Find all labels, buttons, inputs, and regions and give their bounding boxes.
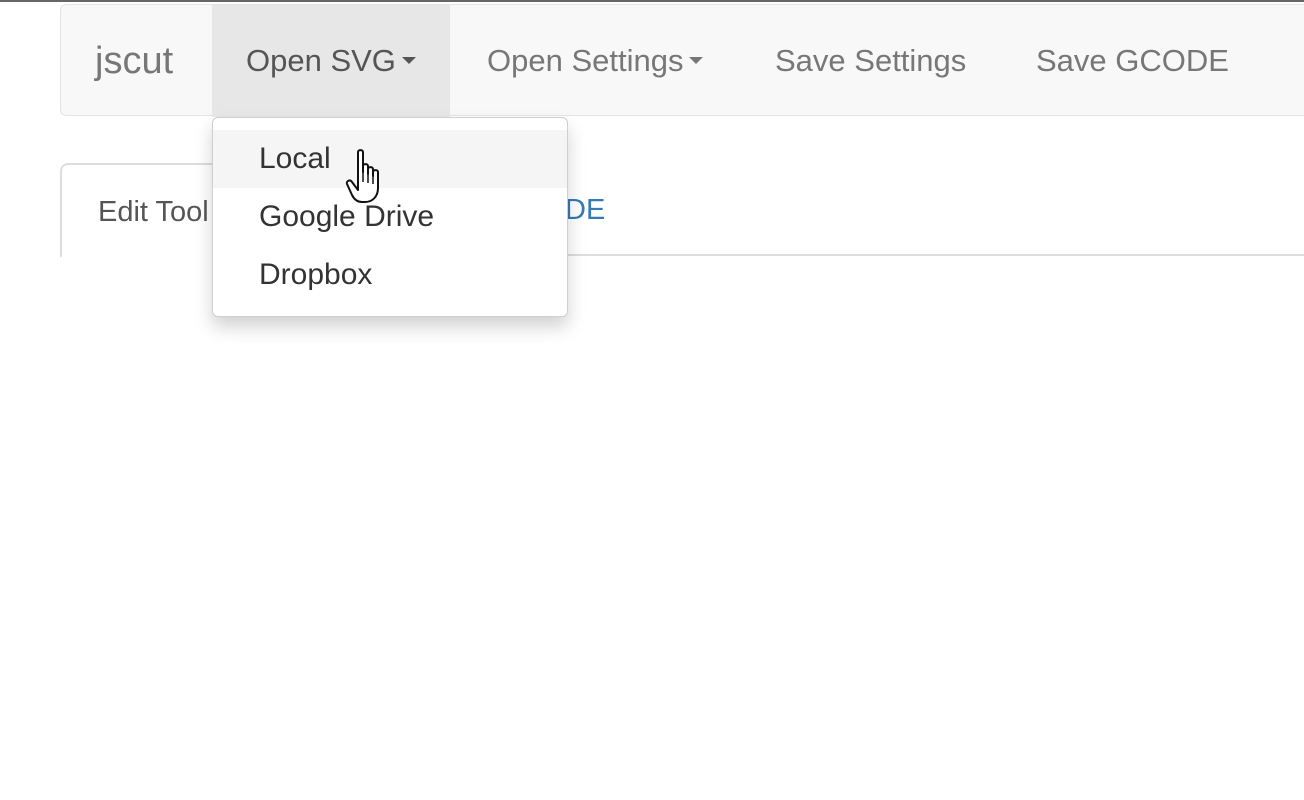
save-gcode-label: Save GCODE xyxy=(1036,43,1229,78)
save-settings-button[interactable]: Save Settings xyxy=(775,5,966,117)
open-svg-dropdown-menu: Local Google Drive Dropbox xyxy=(212,117,568,317)
save-gcode-button[interactable]: Save GCODE xyxy=(1036,5,1229,117)
open-svg-label: Open SVG xyxy=(246,43,396,78)
caret-down-icon xyxy=(401,57,416,65)
save-settings-label: Save Settings xyxy=(775,43,967,78)
tab-gcode-label: DE xyxy=(565,194,606,226)
tab-gcode[interactable]: DE xyxy=(565,163,605,256)
menu-item-dropbox[interactable]: Dropbox xyxy=(213,246,567,304)
caret-down-icon xyxy=(689,57,704,65)
navbar: jscut Open SVG Open Settings Save Settin… xyxy=(60,4,1304,117)
open-svg-menu-button[interactable]: Open SVG xyxy=(212,5,450,117)
hand-pointer-icon xyxy=(345,149,379,203)
window-top-border xyxy=(0,0,1304,2)
tab-edit-toolpaths-label: Edit Tool xyxy=(98,196,209,228)
open-settings-label: Open Settings xyxy=(487,43,684,78)
brand-logo[interactable]: jscut xyxy=(95,5,173,117)
open-settings-menu-button[interactable]: Open Settings xyxy=(487,5,704,117)
